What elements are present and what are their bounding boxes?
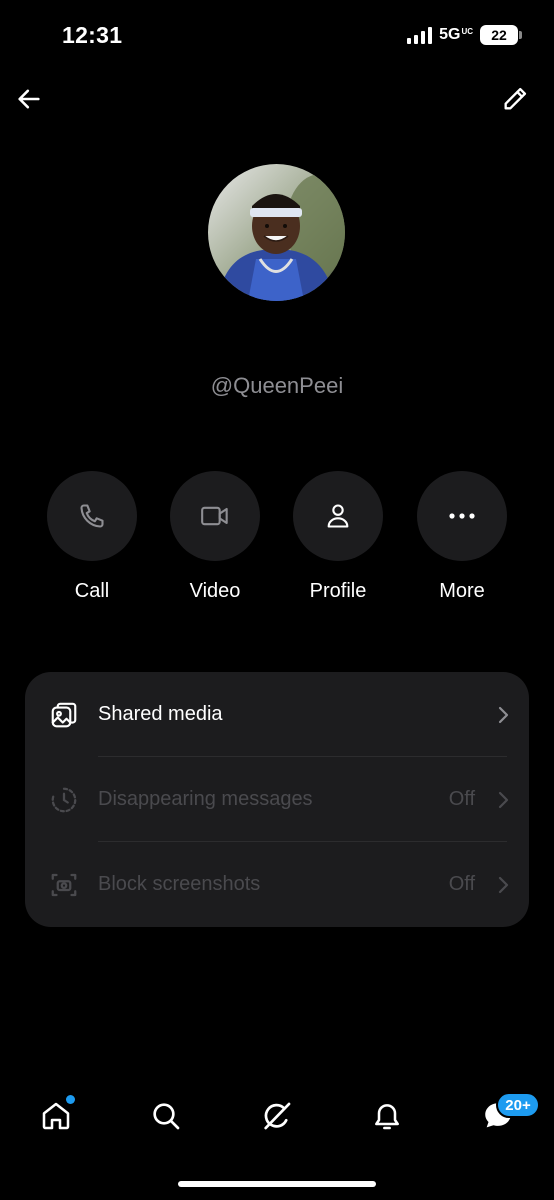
network-suffix: UC <box>461 27 473 36</box>
chevron-right-icon <box>498 791 509 809</box>
status-indicators: 5G UC 22 <box>407 25 522 45</box>
disappearing-messages-row[interactable]: Disappearing messages Off <box>25 757 529 842</box>
gallery-icon <box>47 698 81 732</box>
edit-button[interactable] <box>498 82 532 116</box>
timer-icon <box>47 783 81 817</box>
avatar[interactable] <box>208 164 345 301</box>
network-indicator: 5G UC <box>439 26 473 44</box>
block-screenshots-value: Off <box>448 873 475 895</box>
person-icon <box>327 504 349 528</box>
shared-media-row[interactable]: Shared media <box>25 672 529 757</box>
home-indicator <box>178 1181 376 1187</box>
profile-action[interactable]: Profile <box>293 471 383 603</box>
nav-search[interactable] <box>147 1097 185 1135</box>
profile-button[interactable] <box>293 471 383 561</box>
video-button[interactable] <box>170 471 260 561</box>
nav-grok[interactable] <box>258 1097 296 1135</box>
camera-frame-icon <box>47 868 81 902</box>
call-label: Call <box>74 580 110 602</box>
battery-icon: 22 <box>480 25 522 45</box>
shared-media-label: Shared media <box>98 703 223 725</box>
back-button[interactable] <box>12 82 46 116</box>
more-dots-icon <box>449 513 475 519</box>
arrow-left-icon <box>18 89 40 109</box>
battery-level: 22 <box>491 27 507 43</box>
block-screenshots-row[interactable]: Block screenshots Off <box>25 842 529 927</box>
nav-notifications[interactable] <box>368 1097 406 1135</box>
more-button[interactable] <box>417 471 507 561</box>
phone-icon <box>80 504 104 528</box>
video-label: Video <box>189 580 241 602</box>
call-button[interactable] <box>47 471 137 561</box>
conversation-settings-card: Shared media Disappearing messages Off B… <box>25 672 529 927</box>
messages-badge: 20+ <box>496 1092 540 1118</box>
disappearing-messages-label: Disappearing messages <box>98 788 313 810</box>
chevron-right-icon <box>498 706 509 724</box>
notification-dot <box>66 1095 75 1104</box>
network-label: 5G <box>439 26 461 43</box>
nav-home[interactable] <box>37 1095 75 1135</box>
more-label: More <box>439 580 485 602</box>
home-icon <box>42 1102 70 1130</box>
pencil-icon <box>504 87 527 110</box>
grok-icon <box>264 1102 291 1130</box>
status-time: 12:31 <box>62 22 123 48</box>
block-screenshots-label: Block screenshots <box>98 873 261 895</box>
more-action[interactable]: More <box>417 471 507 603</box>
bell-icon <box>375 1104 399 1130</box>
video-camera-icon <box>201 506 228 526</box>
disappearing-messages-value: Off <box>448 788 475 810</box>
video-action[interactable]: Video <box>170 471 260 603</box>
chevron-right-icon <box>498 876 509 894</box>
chat-info-screen: 12:31 5G UC 22 @QueenPeei Call Video Pro… <box>0 0 554 1200</box>
profile-photo <box>208 164 345 301</box>
search-icon <box>153 1103 180 1130</box>
user-handle: @QueenPeei <box>210 373 344 398</box>
profile-label: Profile <box>309 580 367 602</box>
call-action[interactable]: Call <box>47 471 137 603</box>
signal-icon <box>407 26 433 44</box>
